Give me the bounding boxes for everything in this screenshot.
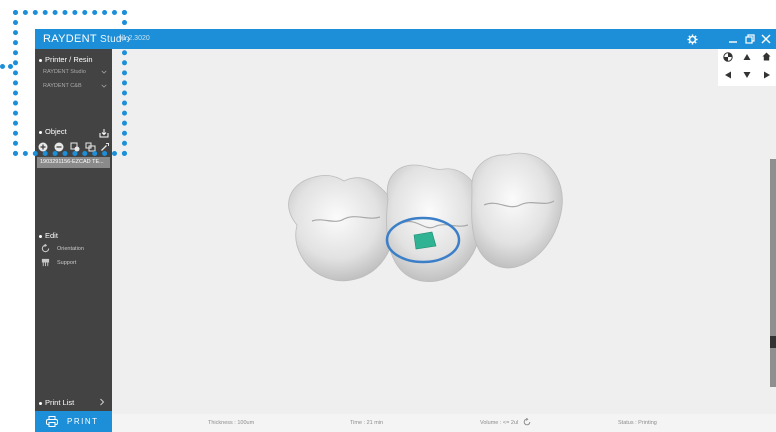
support-item[interactable]: Support — [41, 258, 76, 267]
object-list-item[interactable]: 1903291156-EZCAD TE... — [37, 157, 110, 168]
printer-icon — [46, 416, 58, 427]
bullet-icon — [39, 401, 42, 405]
support-label: Support — [57, 259, 77, 266]
status-bar: Thickness : 100um Time : 21 min Volume :… — [112, 414, 776, 432]
annotation-dotted-frame — [13, 10, 127, 156]
layer-slider-track[interactable] — [770, 159, 776, 387]
annotation-dotted-connector — [0, 64, 13, 69]
home-icon[interactable] — [762, 52, 771, 61]
viewport-3d[interactable] — [112, 49, 770, 414]
section-edit: Edit — [39, 231, 58, 240]
support-icon — [41, 258, 50, 267]
orientation-item[interactable]: Orientation — [41, 243, 84, 253]
print-button[interactable]: PRINT — [35, 411, 112, 432]
bullet-icon — [39, 234, 42, 238]
gear-icon[interactable] — [682, 29, 702, 49]
refresh-icon[interactable] — [523, 418, 531, 426]
section-print-list: Print List — [39, 398, 74, 407]
print-label: PRINT — [67, 417, 99, 426]
selected-face-highlight — [413, 231, 437, 250]
thickness-status: Thickness : 100um — [208, 420, 255, 426]
time-status: Time : 21 min — [350, 420, 384, 426]
chevron-right-icon[interactable] — [99, 398, 105, 406]
printing-status: Status : Printing — [618, 420, 657, 426]
title-bar: RAYDENT Studio v1.2.3020 — [35, 29, 776, 49]
arrow-down-icon[interactable] — [743, 71, 751, 79]
section-title: Edit — [45, 231, 58, 240]
arrow-up-icon[interactable] — [743, 53, 751, 61]
rotate-icon — [41, 243, 50, 253]
view-cube-icon[interactable] — [723, 52, 733, 62]
view-navigation-pad — [718, 49, 776, 86]
close-icon[interactable] — [756, 29, 776, 49]
dental-bridge-model[interactable] — [112, 49, 770, 414]
arrow-right-icon[interactable] — [763, 71, 771, 79]
orientation-label: Orientation — [57, 245, 84, 252]
section-title: Print List — [45, 398, 75, 407]
volume-status: Volume : <= 2ul — [480, 420, 519, 426]
app-window: RAYDENT Studio v1.2.3020 Printer / Resin… — [35, 29, 776, 432]
arrow-left-icon[interactable] — [724, 71, 732, 79]
layer-slider-handle[interactable] — [770, 336, 776, 348]
